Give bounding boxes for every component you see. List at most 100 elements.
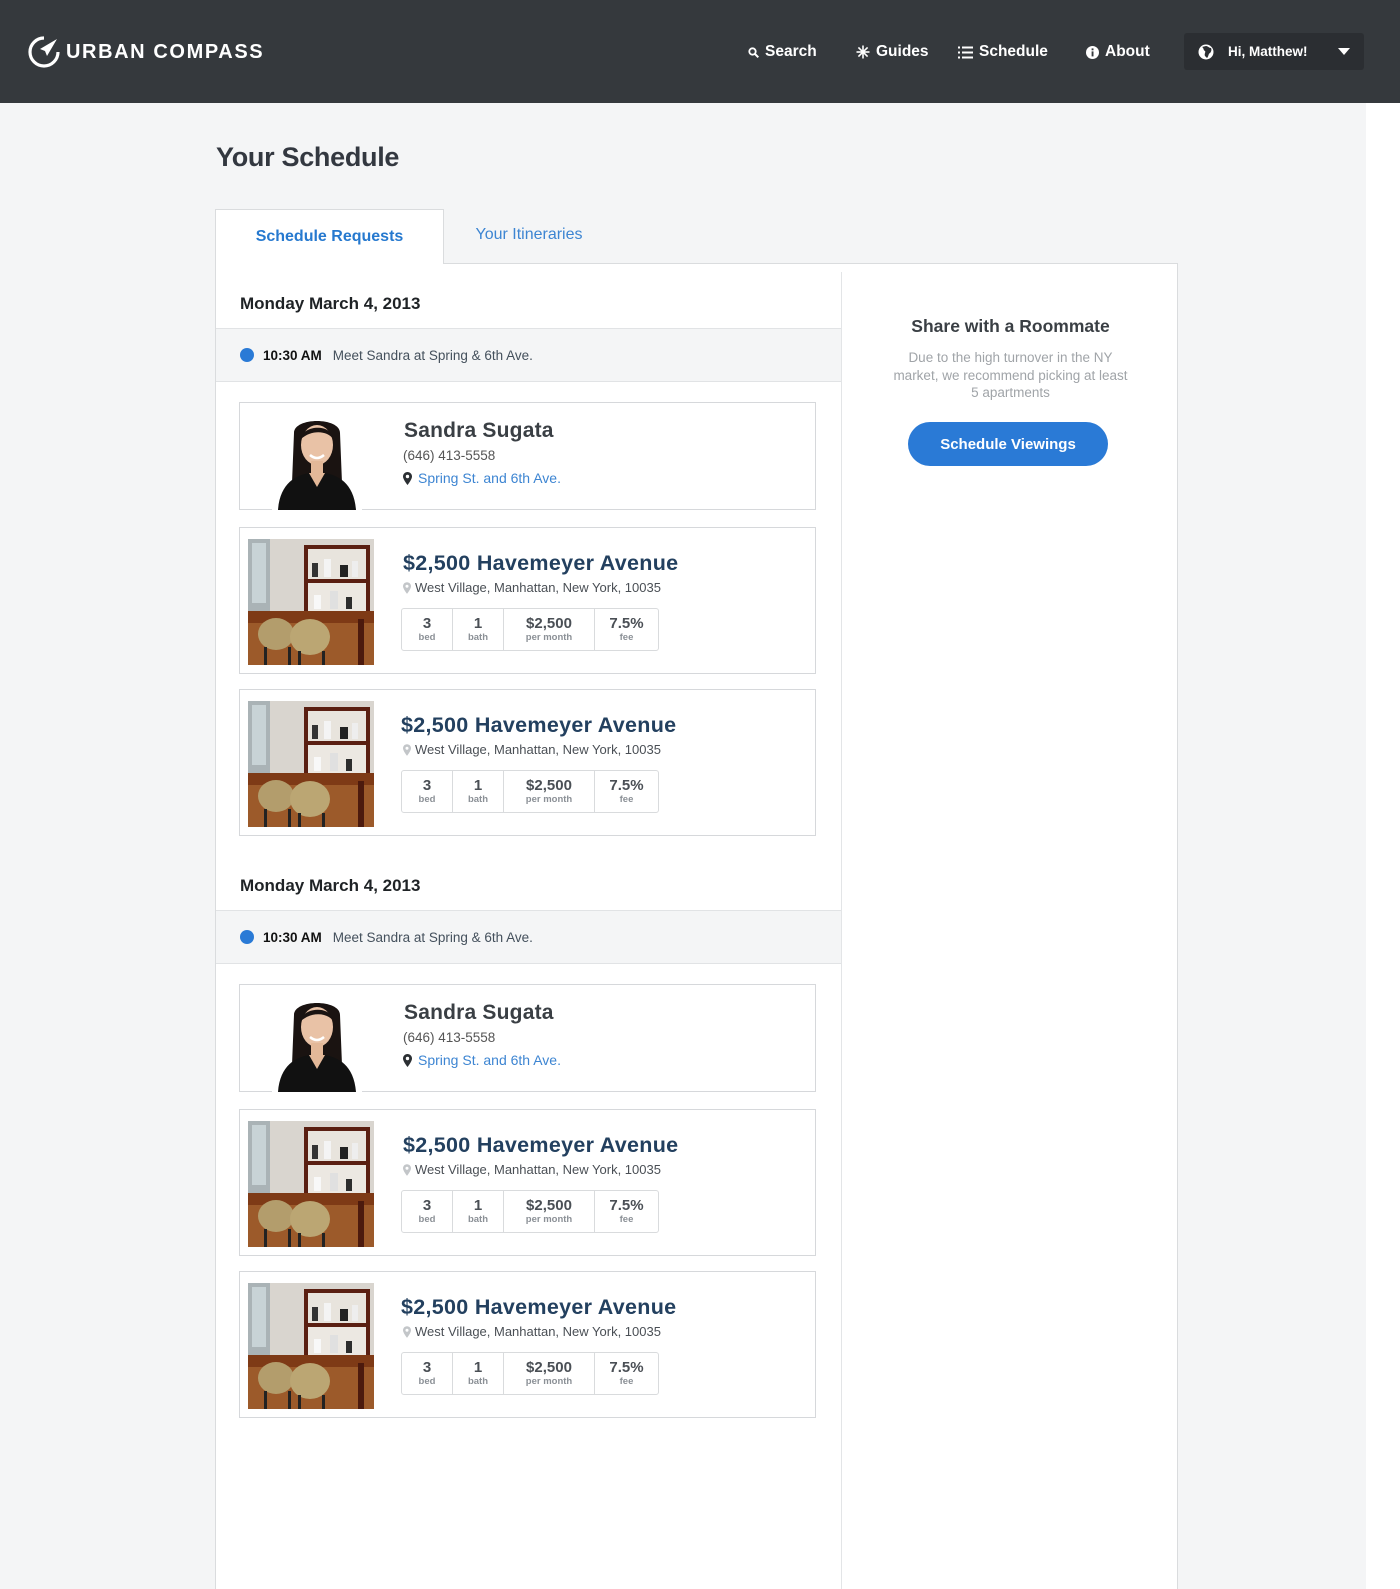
- stat-price-value: $2,500: [526, 1359, 572, 1376]
- agent-avatar: [272, 411, 362, 510]
- stat-price: $2,500 per month: [504, 1191, 595, 1232]
- stat-bath: 1 bath: [453, 1191, 504, 1232]
- stat-price-value: $2,500: [526, 777, 572, 794]
- sparkle-icon: [856, 45, 870, 59]
- agent-name: Sandra Sugata: [404, 1001, 554, 1024]
- stat-bed-label: bed: [418, 794, 436, 805]
- stat-bath-value: 1: [473, 777, 483, 794]
- stat-bath-label: bath: [467, 1376, 489, 1387]
- stat-price: $2,500 per month: [504, 1353, 595, 1394]
- stat-bed-label: bed: [418, 632, 436, 643]
- status-dot-icon: [240, 348, 254, 362]
- page-title: Your Schedule: [216, 142, 400, 172]
- nav-search[interactable]: Search: [748, 42, 817, 62]
- nav-schedule[interactable]: Schedule: [958, 42, 1048, 62]
- stat-fee: 7.5% fee: [595, 1191, 658, 1232]
- listing-card[interactable]: $2,500 Havemeyer Avenue West Village, Ma…: [239, 527, 816, 674]
- agent-location-link[interactable]: Spring St. and 6th Ave.: [403, 1052, 561, 1068]
- map-pin-icon: [403, 743, 411, 756]
- listing-address: West Village, Manhattan, New York, 10035: [403, 1324, 661, 1339]
- agent-location-label: Spring St. and 6th Ave.: [418, 470, 561, 486]
- listing-title-link[interactable]: $2,500 Havemeyer Avenue: [403, 551, 678, 576]
- stat-bath-value: 1: [473, 1359, 483, 1376]
- listing-photo: [248, 1121, 374, 1247]
- listing-address: West Village, Manhattan, New York, 10035: [403, 580, 661, 595]
- nav-guides-label: Guides: [876, 43, 929, 60]
- listing-title-link[interactable]: $2,500 Havemeyer Avenue: [403, 1133, 678, 1158]
- stat-price: $2,500 per month: [504, 609, 595, 650]
- stat-bed-label: bed: [418, 1214, 436, 1225]
- map-pin-icon: [403, 1325, 411, 1338]
- stat-bath-label: bath: [467, 632, 489, 643]
- share-title: Share with a Roommate: [911, 316, 1110, 336]
- stat-price-label: per month: [525, 1214, 573, 1225]
- globe-icon: [1198, 44, 1214, 59]
- map-pin-icon: [403, 471, 412, 485]
- chevron-down-icon: [1338, 48, 1350, 55]
- stat-bath-value: 1: [473, 1197, 483, 1214]
- listing-stats: 3 bed 1 bath $2,500 per month 7.5% fee: [401, 770, 659, 813]
- listing-address-label: West Village, Manhattan, New York, 10035: [415, 1162, 661, 1177]
- stat-bath: 1 bath: [453, 1353, 504, 1394]
- stat-bed: 3 bed: [402, 609, 453, 650]
- tab-schedule-requests[interactable]: Schedule Requests: [215, 209, 444, 264]
- listing-address: West Village, Manhattan, New York, 10035: [403, 742, 661, 757]
- nav-about-label: About: [1105, 43, 1150, 60]
- share-description: Due to the high turnover in the NY marke…: [893, 350, 1128, 400]
- tab-your-itineraries[interactable]: Your Itineraries: [444, 209, 614, 261]
- appointment-row[interactable]: 10:30 AM Meet Sandra at Spring & 6th Ave…: [216, 910, 841, 964]
- stat-price: $2,500 per month: [504, 771, 595, 812]
- listing-photo: [248, 1283, 374, 1409]
- stat-bath-label: bath: [467, 794, 489, 805]
- stat-fee-label: fee: [619, 1214, 634, 1225]
- agent-location-label: Spring St. and 6th Ave.: [418, 1052, 561, 1068]
- stat-price-label: per month: [525, 794, 573, 805]
- brand-logo[interactable]: URBAN COMPASS: [28, 36, 264, 68]
- day-date-heading: Monday March 4, 2013: [240, 876, 421, 895]
- appointment-time: 10:30 AM: [263, 347, 322, 363]
- stat-bath: 1 bath: [453, 609, 504, 650]
- listing-card[interactable]: $2,500 Havemeyer Avenue West Village, Ma…: [239, 1271, 816, 1418]
- stat-fee-label: fee: [619, 1376, 634, 1387]
- info-icon: [1086, 45, 1099, 59]
- agent-card[interactable]: Sandra Sugata (646) 413-5558 Spring St. …: [239, 984, 816, 1092]
- map-pin-icon: [403, 1053, 412, 1067]
- listing-address-label: West Village, Manhattan, New York, 10035: [415, 580, 661, 595]
- listing-title-link[interactable]: $2,500 Havemeyer Avenue: [401, 713, 676, 738]
- stat-bed: 3 bed: [402, 1353, 453, 1394]
- stat-bed: 3 bed: [402, 771, 453, 812]
- listing-address-label: West Village, Manhattan, New York, 10035: [415, 742, 661, 757]
- stat-price-value: $2,500: [526, 1197, 572, 1214]
- listing-card[interactable]: $2,500 Havemeyer Avenue West Village, Ma…: [239, 1109, 816, 1256]
- agent-location-link[interactable]: Spring St. and 6th Ave.: [403, 470, 561, 486]
- column-divider: [841, 272, 842, 1589]
- appointment-row[interactable]: 10:30 AM Meet Sandra at Spring & 6th Ave…: [216, 328, 841, 382]
- listing-title-link[interactable]: $2,500 Havemeyer Avenue: [401, 1295, 676, 1320]
- schedule-viewings-button[interactable]: Schedule Viewings: [908, 422, 1108, 466]
- stat-price-label: per month: [525, 1376, 573, 1387]
- user-menu-dropdown[interactable]: Hi, Matthew!: [1184, 33, 1364, 70]
- listing-card[interactable]: $2,500 Havemeyer Avenue West Village, Ma…: [239, 689, 816, 836]
- listing-photo: [248, 701, 374, 827]
- appointment-description: Meet Sandra at Spring & 6th Ave.: [332, 929, 533, 945]
- agent-card[interactable]: Sandra Sugata (646) 413-5558 Spring St. …: [239, 402, 816, 510]
- stat-bath-label: bath: [467, 1214, 489, 1225]
- stat-price-label: per month: [525, 632, 573, 643]
- stat-bed-label: bed: [418, 1376, 436, 1387]
- nav-about[interactable]: About: [1086, 42, 1150, 62]
- top-navbar: URBAN COMPASS Search Guides Schedule Abo…: [0, 0, 1400, 103]
- compass-logo-icon: [28, 36, 60, 68]
- status-dot-icon: [240, 930, 254, 944]
- listing-photo: [248, 539, 374, 665]
- stat-bath: 1 bath: [453, 771, 504, 812]
- stat-fee-value: 7.5%: [609, 1197, 644, 1214]
- stat-fee: 7.5% fee: [595, 609, 658, 650]
- stat-bath-value: 1: [473, 615, 483, 632]
- list-icon: [958, 46, 973, 58]
- stat-bed-value: 3: [422, 615, 432, 632]
- nav-guides[interactable]: Guides: [856, 42, 929, 62]
- appointment-description: Meet Sandra at Spring & 6th Ave.: [332, 347, 533, 363]
- stat-fee: 7.5% fee: [595, 771, 658, 812]
- stat-fee-label: fee: [619, 794, 634, 805]
- nav-schedule-label: Schedule: [979, 43, 1048, 60]
